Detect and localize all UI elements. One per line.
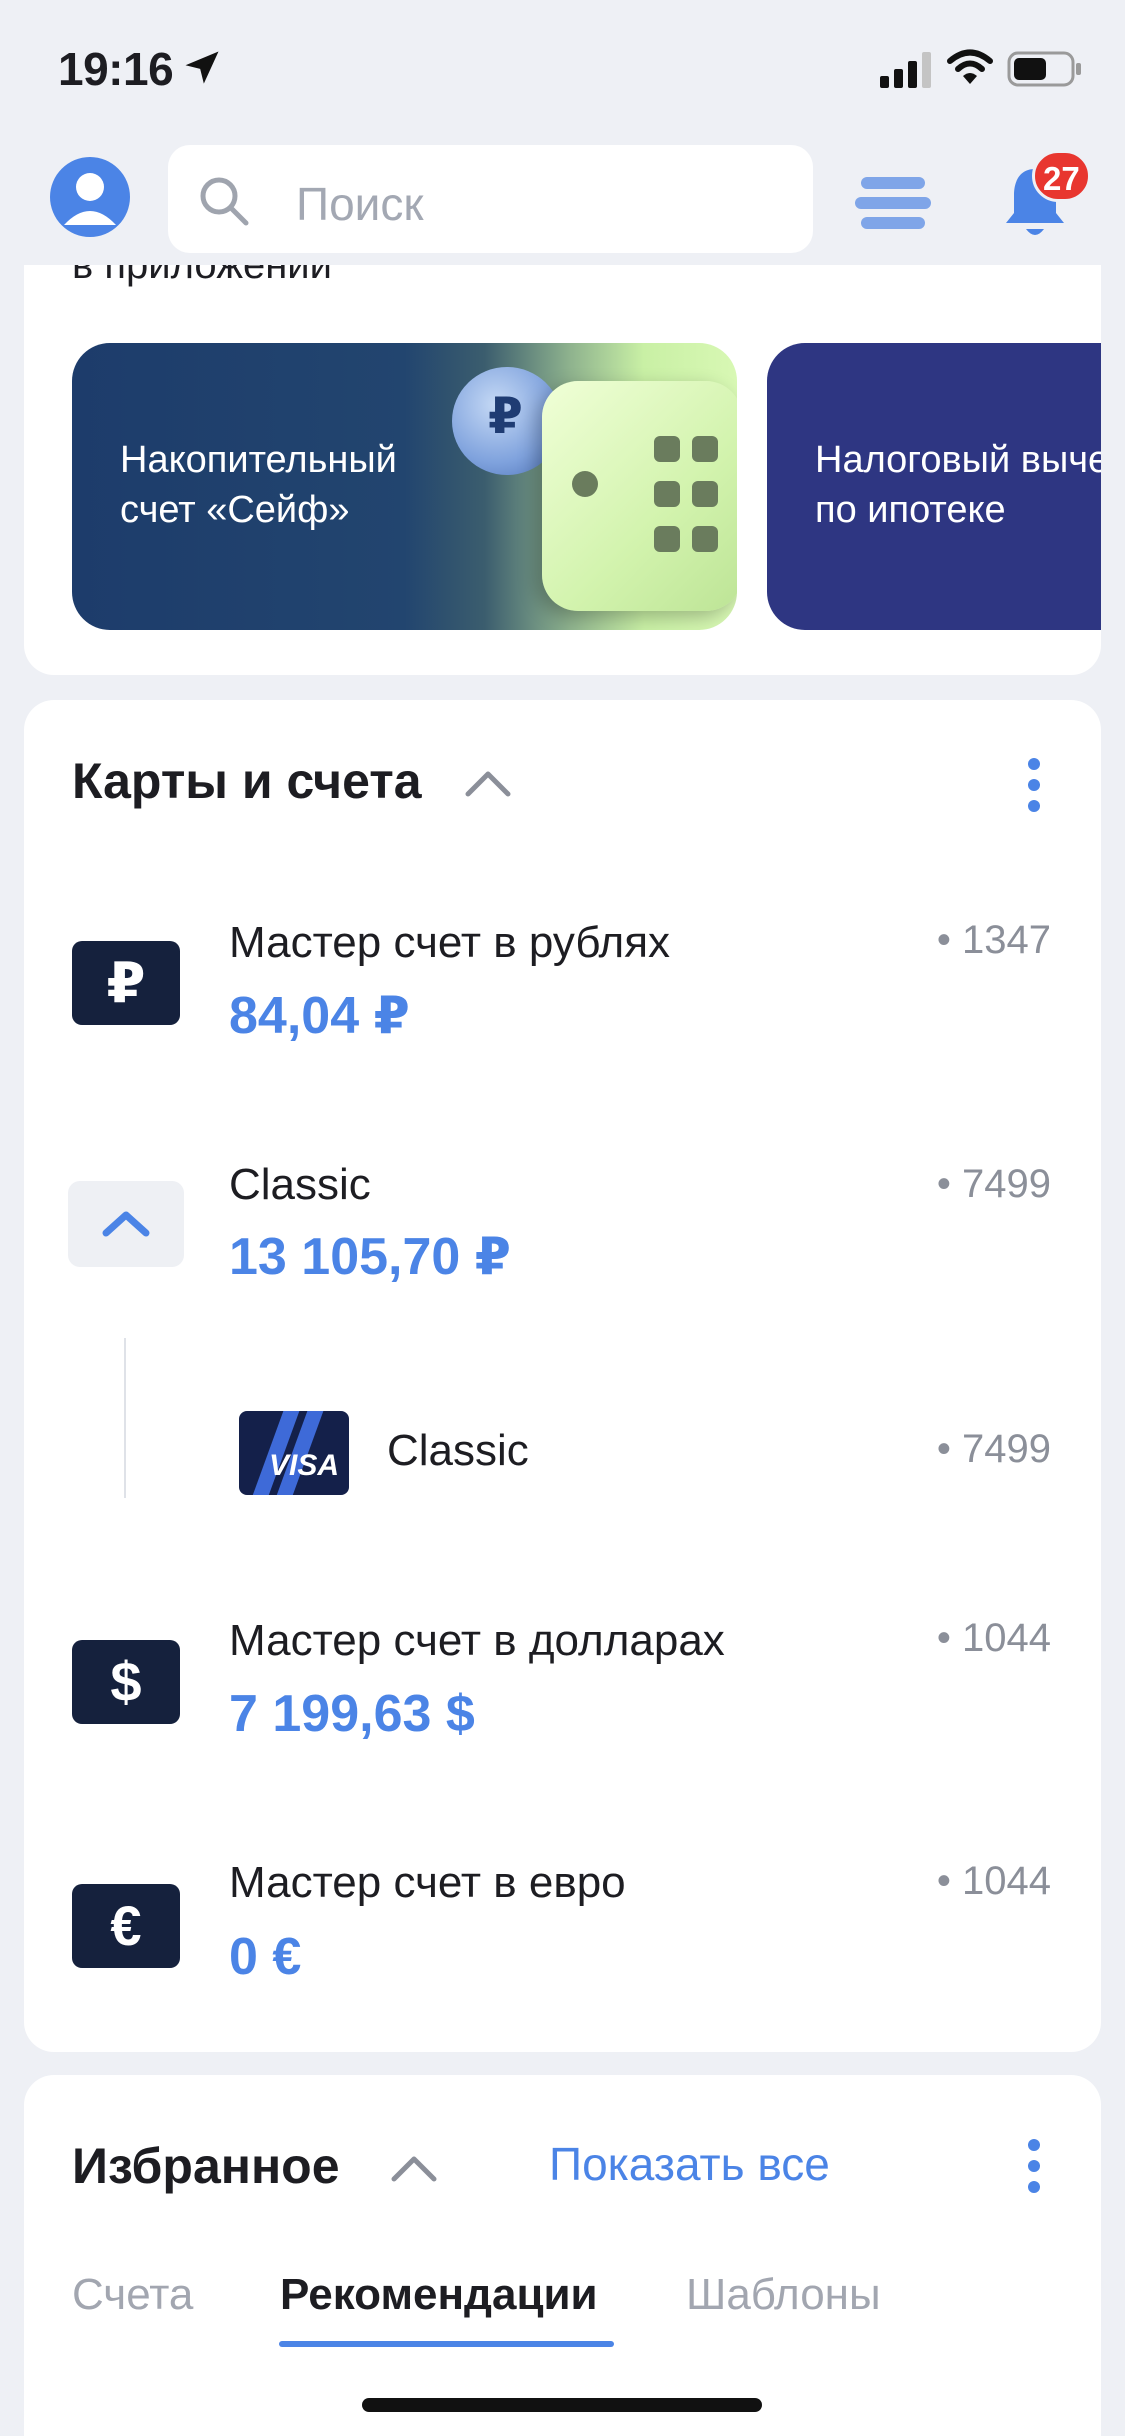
euro-account-icon: € — [72, 1884, 180, 1968]
stories-carousel[interactable]: Накопительный счет «Сейф» ₽ Налоговый вы… — [72, 343, 1101, 633]
search-placeholder: Поиск — [296, 178, 424, 230]
dice-illustration-icon — [542, 381, 737, 611]
account-name: Classic — [229, 1160, 371, 1209]
active-tab-indicator — [279, 2341, 614, 2347]
account-name: Мастер счет в долларах — [229, 1616, 725, 1665]
account-number: • 1044 — [936, 1859, 1051, 1903]
expand-toggle-button[interactable] — [68, 1181, 184, 1267]
status-bar: 19:16 — [0, 0, 1125, 135]
coin-symbol: ₽ — [488, 388, 523, 444]
notifications-badge: 27 — [1032, 150, 1091, 202]
profile-avatar-icon[interactable] — [50, 157, 130, 237]
collapse-chevron-up-icon[interactable] — [390, 2153, 438, 2183]
section-title: Избранное — [72, 2138, 340, 2194]
account-number: • 1044 — [936, 1616, 1051, 1660]
account-number: • 1347 — [936, 918, 1051, 962]
story-text: Налоговый вычет по ипотеке — [815, 439, 1101, 531]
search-icon — [200, 177, 249, 226]
menu-icon[interactable] — [855, 175, 931, 231]
favorites-section: Избранное Показать все Счета Рекомендаци… — [24, 2075, 1101, 2436]
dice-pip — [572, 471, 598, 497]
dice-pip — [654, 526, 680, 552]
ruble-account-icon: ₽ — [72, 941, 180, 1025]
account-balance: 13 105,70 ₽ — [229, 1228, 511, 1286]
more-options-icon[interactable] — [1024, 2139, 1044, 2195]
tab-accounts[interactable]: Счета — [72, 2270, 193, 2320]
promo-heading: в приложении — [72, 265, 332, 287]
dice-pip — [692, 436, 718, 462]
show-all-link[interactable]: Показать все — [549, 2137, 830, 2191]
account-balance: 7 199,63 $ — [229, 1685, 475, 1743]
battery-icon — [1007, 51, 1081, 87]
card-number: • 7499 — [936, 1427, 1051, 1471]
account-name: Мастер счет в рублях — [229, 918, 671, 967]
section-title: Карты и счета — [72, 753, 422, 809]
promo-card: в приложении Накопительный счет «Сейф» ₽… — [24, 265, 1101, 675]
tree-connector-line — [124, 1338, 126, 1498]
top-header: Поиск — [0, 135, 1125, 265]
cards-and-accounts-section: Карты и счета ₽ Мастер счет в рублях 84,… — [24, 700, 1101, 2052]
dice-pip — [654, 436, 680, 462]
tab-recommendations[interactable]: Рекомендации — [280, 2270, 598, 2320]
dice-pip — [654, 481, 680, 507]
search-input[interactable]: Поиск — [168, 145, 813, 253]
card-brand: VISA — [268, 1449, 339, 1482]
user-icon — [64, 173, 116, 225]
account-balance: 84,04 ₽ — [229, 987, 410, 1045]
more-options-icon[interactable] — [1024, 758, 1044, 814]
story-mortgage-deduction[interactable]: Налоговый вычет по ипотеке — [767, 343, 1101, 630]
chevron-up-icon — [102, 1211, 150, 1237]
card-name: Classic — [387, 1426, 529, 1475]
dice-pip — [692, 526, 718, 552]
story-text: Накопительный счет «Сейф» — [120, 439, 397, 531]
account-balance: 0 € — [229, 1928, 302, 1986]
location-arrow-icon — [185, 51, 219, 84]
dollar-account-icon: $ — [72, 1640, 180, 1724]
story-safe-account[interactable]: Накопительный счет «Сейф» ₽ — [72, 343, 737, 630]
screen: 19:16 Поиск 27 в приложении Накопительны… — [0, 0, 1125, 2436]
visa-card-icon: VISA — [239, 1411, 349, 1495]
account-number: • 7499 — [936, 1162, 1051, 1206]
account-name: Мастер счет в евро — [229, 1858, 626, 1907]
collapse-chevron-up-icon[interactable] — [464, 768, 512, 798]
tab-templates[interactable]: Шаблоны — [686, 2270, 881, 2320]
cellular-signal-icon — [880, 52, 931, 88]
status-time: 19:16 — [58, 43, 174, 95]
dice-pip — [692, 481, 718, 507]
wifi-icon — [947, 49, 993, 84]
home-indicator[interactable] — [362, 2398, 762, 2412]
